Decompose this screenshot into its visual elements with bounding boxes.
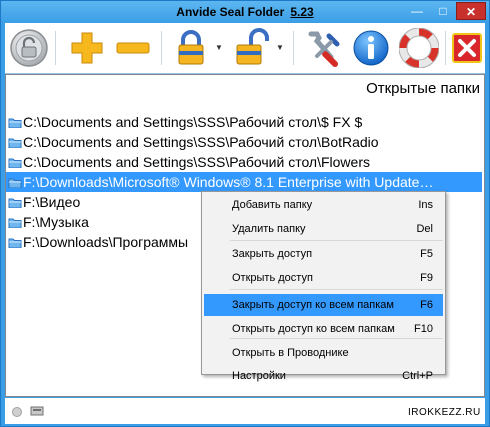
toolbar: ▼ ▼ [5,23,485,74]
folder-path: C:\Documents and Settings\SSS\Рабочий ст… [23,154,370,170]
menu-item-label: Открыть доступ [232,272,313,284]
app-title: Anvide Seal Folder [176,5,285,19]
folder-row[interactable]: F:\Downloads\Microsoft® Windows® 8.1 Ent… [6,172,482,192]
folder-icon [8,178,22,188]
remove-folder-button[interactable] [113,28,153,68]
menu-item-shortcut: F5 [420,248,433,260]
menu-separator [230,240,443,241]
context-menu-item[interactable]: Открыть доступ ко всем папкам F10 [204,318,443,340]
context-menu-item[interactable]: Открыть доступ F9 [204,267,443,289]
minimize-button[interactable]: — [404,2,430,20]
status-indicator-icon [12,407,22,417]
toolbar-separator [161,31,162,65]
folder-path: F:\Музыка [23,214,89,230]
context-menu-item[interactable]: Настройки Ctrl+P [204,365,443,387]
folder-icon [8,218,22,228]
menu-item-shortcut: Del [416,223,433,235]
menu-separator [230,289,443,290]
folder-path: C:\Documents and Settings\SSS\Рабочий ст… [23,134,379,150]
remove-icon [116,42,150,54]
toolbar-separator [293,31,294,65]
exit-icon [452,33,482,63]
lock-big-button[interactable] [9,28,49,68]
menu-item-label: Настройки [232,370,286,382]
drive-icon [30,406,44,416]
folder-row[interactable]: C:\Documents and Settings\SSS\Рабочий ст… [8,132,482,152]
open-access-icon [236,28,269,65]
context-menu-item[interactable]: Закрыть доступ F5 [204,243,443,265]
close-access-icon [178,30,204,65]
folder-row[interactable]: C:\Documents and Settings\SSS\Рабочий ст… [8,112,482,132]
settings-button[interactable] [303,28,343,68]
watermark: IROKKEZZ.RU [408,407,481,418]
exit-button[interactable] [447,28,487,68]
close-button[interactable]: ✕ [456,2,486,20]
menu-separator [230,338,443,339]
folder-icon [8,238,22,248]
help-icon [399,28,439,68]
info-button[interactable] [351,28,391,68]
folder-path: C:\Documents and Settings\SSS\Рабочий ст… [23,114,363,130]
maximize-button[interactable]: □ [430,2,456,20]
context-menu: Добавить папку Ins Удалить папку Del Закрыть… [201,191,446,382]
chevron-down-icon[interactable]: ▼ [215,43,223,52]
folder-icon [8,138,22,148]
menu-item-shortcut: Ins [418,199,433,211]
menu-item-shortcut: F9 [420,272,433,284]
info-icon [353,30,389,66]
context-menu-item[interactable]: Добавить папку Ins [204,194,443,216]
folder-icon [8,118,22,128]
toolbar-separator [55,31,56,65]
lock-big-icon [10,29,48,67]
close-access-button[interactable] [171,28,211,68]
folder-icon [8,198,22,208]
menu-item-label: Закрыть доступ ко всем папкам [232,299,394,311]
folder-row[interactable]: C:\Documents and Settings\SSS\Рабочий ст… [8,152,482,172]
menu-item-label: Добавить папку [232,199,313,211]
context-menu-item[interactable]: Закрыть доступ ко всем папкам F6 [204,294,443,316]
menu-item-label: Удалить папку [232,223,306,235]
folder-path: F:\Видео [23,194,81,210]
folder-icon [8,158,22,168]
panel-header: Открытые папки [366,80,480,97]
settings-icon [308,31,340,67]
title-bar[interactable]: Anvide Seal Folder 5.23 — □ ✕ [1,1,489,23]
menu-item-shortcut: F6 [420,299,433,311]
menu-item-shortcut: Ctrl+P [402,370,433,382]
chevron-down-icon[interactable]: ▼ [276,43,284,52]
add-folder-button[interactable] [67,28,107,68]
menu-item-label: Закрыть доступ [232,248,313,260]
menu-item-shortcut: F10 [414,323,433,335]
folder-path: F:\Downloads\Microsoft® Windows® 8.1 Ent… [23,174,434,190]
context-menu-item[interactable]: Удалить папку Del [204,218,443,240]
menu-item-label: Открыть доступ ко всем папкам [232,323,395,335]
app-version: 5.23 [290,5,314,19]
open-access-button[interactable] [231,28,271,68]
help-button[interactable] [399,28,439,68]
folder-path: F:\Downloads\Программы [23,234,189,250]
add-icon [71,32,103,64]
menu-item-label: Открыть в Проводнике [232,347,349,359]
context-menu-item[interactable]: Открыть в Проводнике [204,342,443,364]
toolbar-separator [445,31,446,65]
